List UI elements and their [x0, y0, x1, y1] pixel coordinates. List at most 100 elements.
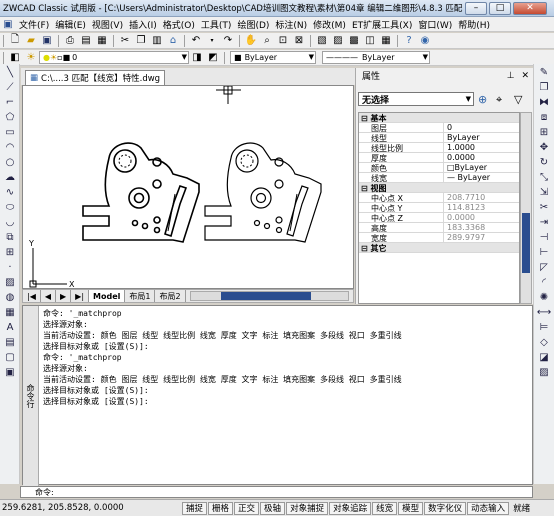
open-folder-icon[interactable]: ▰ — [24, 34, 38, 48]
next-tab-arrow-icon[interactable]: ▶ — [56, 290, 72, 302]
minimize-button[interactable]: – — [465, 1, 487, 15]
scroll-thumb[interactable] — [522, 213, 530, 273]
lineweight-button[interactable]: 线宽 — [372, 501, 398, 515]
otrack-button[interactable]: 对象追踪 — [329, 501, 372, 515]
filter-icon[interactable]: ▽ — [514, 93, 522, 106]
prop-row[interactable]: 厚度 0.0000 — [359, 153, 519, 163]
new-file-icon[interactable]: 🗋 — [8, 34, 22, 48]
prop-row[interactable]: 中心点 X 208.7710 — [359, 193, 519, 203]
table-icon[interactable]: ▦ — [2, 305, 18, 319]
point-icon[interactable]: · — [2, 260, 18, 274]
prop-row[interactable]: 线宽 — ByLayer — [359, 173, 519, 183]
tab-model[interactable]: Model — [89, 290, 126, 302]
chamfer-icon[interactable]: ◸ — [536, 260, 552, 274]
edit-polyline-icon[interactable]: ◇ — [536, 335, 552, 349]
dynamic-input-button[interactable]: 动态输入 — [467, 501, 510, 515]
make-block-icon[interactable]: ⊞ — [2, 245, 18, 259]
menu-format[interactable]: 格式(O) — [160, 18, 198, 31]
region-icon[interactable]: ◍ — [2, 290, 18, 304]
snap-button[interactable]: 捕捉 — [182, 501, 208, 515]
menu-modify[interactable]: 修改(M) — [310, 18, 349, 31]
world-icon[interactable]: ◉ — [418, 34, 432, 48]
revision-cloud-icon[interactable]: ☁ — [2, 170, 18, 184]
redo-icon[interactable]: ↷ — [221, 34, 235, 48]
prop-row[interactable]: 宽度 289.9797 — [359, 233, 519, 243]
menu-tools[interactable]: 工具(T) — [198, 18, 235, 31]
extend-icon[interactable]: ⇥ — [536, 215, 552, 229]
make-current-icon[interactable]: ◨ — [190, 51, 204, 65]
move-icon[interactable]: ✥ — [536, 140, 552, 154]
tool-palette-icon[interactable]: ▩ — [347, 34, 361, 48]
category-basic[interactable]: ⊟ 基本 — [359, 113, 519, 123]
properties-scrollbar[interactable] — [520, 112, 532, 304]
properties-icon[interactable]: ▧ — [315, 34, 329, 48]
layer-previous-icon[interactable]: ◩ — [206, 51, 220, 65]
menu-edit[interactable]: 编辑(E) — [52, 18, 89, 31]
help-icon[interactable]: ? — [402, 34, 416, 48]
category-view[interactable]: ⊟ 视图 — [359, 183, 519, 193]
copy-object-icon[interactable]: ❐ — [536, 80, 552, 94]
document-tab[interactable]: ▦ C:\....3 匹配【线宽】特性.dwg — [25, 70, 166, 85]
mirror-icon[interactable]: ⧓ — [536, 95, 552, 109]
layer-icon[interactable]: ◫ — [363, 34, 377, 48]
prop-row[interactable]: 高度 183.3368 — [359, 223, 519, 233]
menu-file[interactable]: 文件(F) — [16, 18, 52, 31]
menu-insert[interactable]: 插入(I) — [126, 18, 160, 31]
menu-view[interactable]: 视图(V) — [89, 18, 126, 31]
polygon-icon[interactable]: ⬠ — [2, 110, 18, 124]
prev-tab-arrow-icon[interactable]: ◀ — [41, 290, 57, 302]
prop-row[interactable]: 线型 ByLayer — [359, 133, 519, 143]
ellipse-arc-icon[interactable]: ◡ — [2, 215, 18, 229]
tablet-button[interactable]: 数字化仪 — [424, 501, 467, 515]
menu-et-tools[interactable]: ET扩展工具(X) — [349, 18, 415, 31]
draw-order-icon[interactable]: ◪ — [536, 350, 552, 364]
zoom-realtime-icon[interactable]: ⌕ — [260, 34, 274, 48]
prop-row[interactable]: 图层 0 — [359, 123, 519, 133]
pin-icon[interactable]: ⊥ — [507, 71, 515, 81]
ray-icon[interactable]: ⟋ — [2, 80, 18, 94]
undo-icon[interactable]: ↶ — [189, 34, 203, 48]
horizontal-scrollbar[interactable] — [189, 291, 349, 301]
prop-row[interactable]: 中心点 Y 114.8123 — [359, 203, 519, 213]
offset-icon[interactable]: ⧈ — [536, 110, 552, 124]
close-button[interactable]: ✕ — [513, 1, 547, 15]
lengthen-icon[interactable]: ⟷ — [536, 305, 552, 319]
design-center-icon[interactable]: ▨ — [331, 34, 345, 48]
prop-row[interactable]: 线型比例 1.0000 — [359, 143, 519, 153]
cut-icon[interactable]: ✂ — [118, 34, 132, 48]
undo-dropdown-icon[interactable]: ▾ — [205, 34, 219, 48]
osnap-button[interactable]: 对象捕捉 — [286, 501, 329, 515]
explode-icon[interactable]: ✺ — [536, 290, 552, 304]
break-icon[interactable]: ⊣ — [536, 230, 552, 244]
trim-icon[interactable]: ✂ — [536, 200, 552, 214]
fillet-icon[interactable]: ◜ — [536, 275, 552, 289]
wipeout-icon[interactable]: ▣ — [2, 365, 18, 379]
array-icon[interactable]: ⊞ — [536, 125, 552, 139]
tab-layout2[interactable]: 布局2 — [155, 290, 186, 302]
copy-icon[interactable]: ❐ — [134, 34, 148, 48]
linetype-combo[interactable]: ———— ByLayer ▼ — [322, 51, 430, 64]
gradient-icon[interactable]: ▤ — [2, 335, 18, 349]
panel-close-icon[interactable]: ✕ — [521, 71, 529, 81]
polar-button[interactable]: 极轴 — [260, 501, 286, 515]
calculator-icon[interactable]: ▦ — [379, 34, 393, 48]
ortho-button[interactable]: 正交 — [234, 501, 260, 515]
maximize-button[interactable]: □ — [489, 1, 511, 15]
join-icon[interactable]: ⊢ — [536, 245, 552, 259]
save-icon[interactable]: ▣ — [40, 34, 54, 48]
command-input[interactable]: 命令: — [20, 486, 533, 498]
layer-state-icon[interactable]: ☀ — [24, 51, 38, 65]
circle-icon[interactable]: ○ — [2, 155, 18, 169]
stretch-icon[interactable]: ⇲ — [536, 185, 552, 199]
drawing-canvas[interactable]: Y X — [22, 85, 354, 289]
line-icon[interactable]: ╲ — [2, 65, 18, 79]
prop-row[interactable]: 颜色 □ByLayer — [359, 163, 519, 173]
color-combo[interactable]: ■ ByLayer ▼ — [230, 51, 316, 64]
scale-icon[interactable]: ⤡ — [536, 170, 552, 184]
selection-dropdown[interactable]: 无选择 ▼ — [358, 92, 474, 106]
grid-button[interactable]: 栅格 — [208, 501, 234, 515]
paste-icon[interactable]: ▥ — [150, 34, 164, 48]
print-preview-icon[interactable]: ▤ — [79, 34, 93, 48]
menu-draw[interactable]: 绘图(D) — [234, 18, 272, 31]
layer-combo[interactable]: ● ☀ ▫ ■ 0 ▼ — [39, 51, 189, 64]
